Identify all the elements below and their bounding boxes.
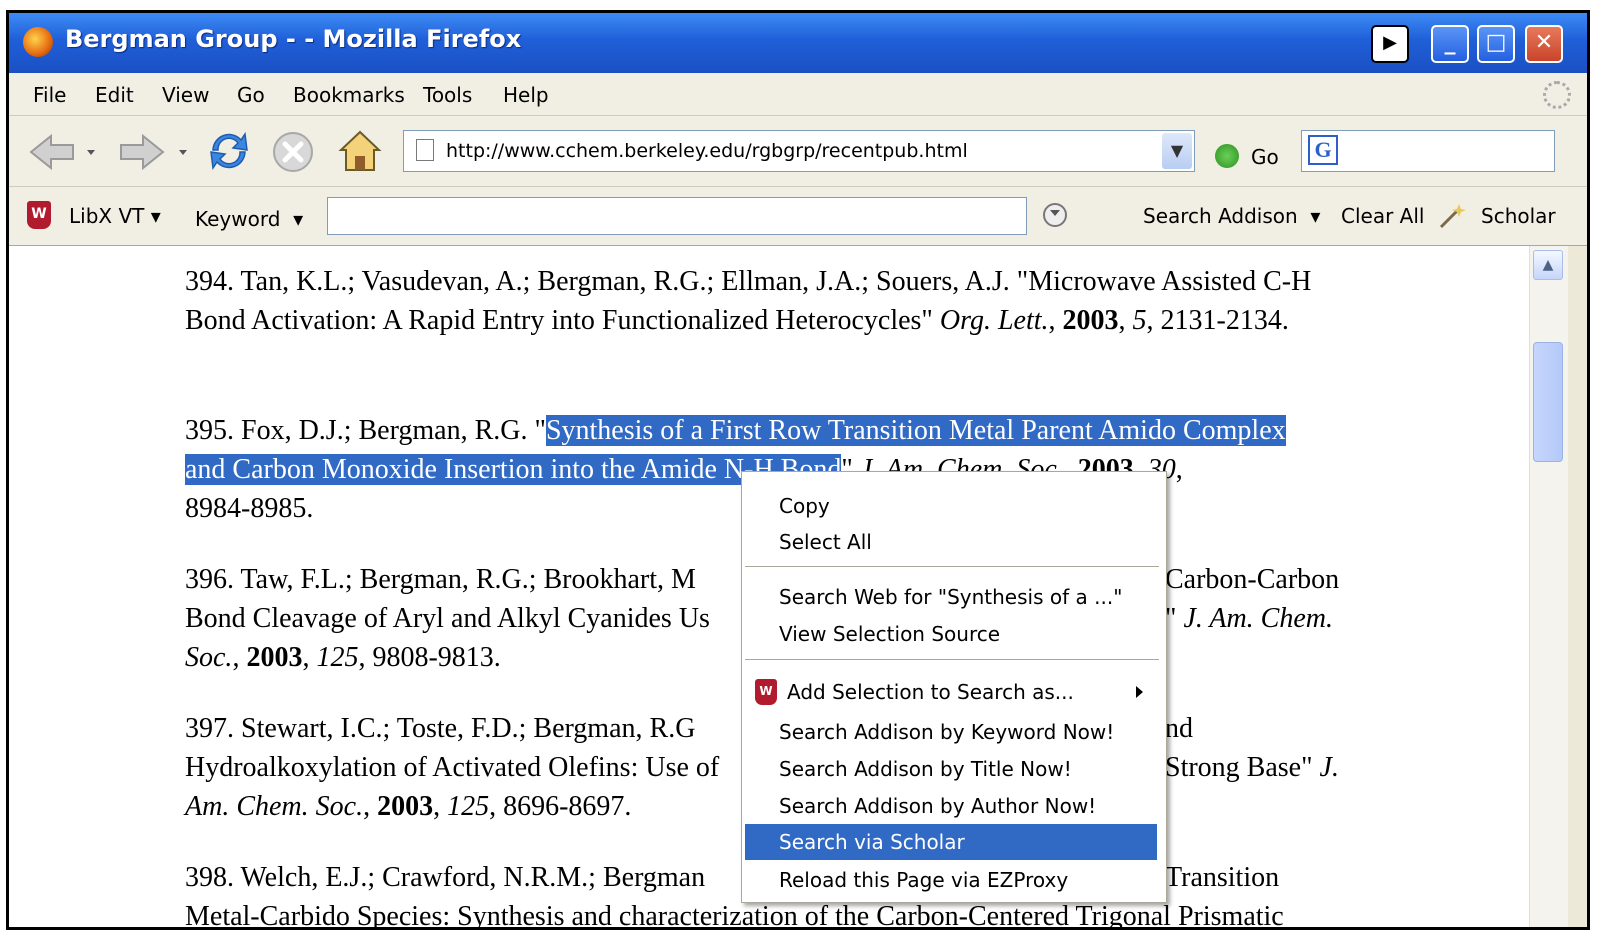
- scroll-up-arrow-icon[interactable]: ▲: [1533, 250, 1563, 280]
- browser-window: Bergman Group - - Mozilla Firefox ▶ _ □ …: [6, 10, 1590, 930]
- search-input[interactable]: G: [1301, 130, 1555, 172]
- pub-year: 2003: [246, 642, 303, 673]
- clear-all-button[interactable]: Clear All: [1341, 204, 1424, 228]
- search-addison-dropdown[interactable]: Search Addison ▾: [1143, 204, 1320, 228]
- scroll-thumb[interactable]: [1533, 342, 1563, 462]
- ctx-search-web[interactable]: Search Web for "Synthesis of a ...": [745, 579, 1157, 615]
- pub-pages: 2131-2134.: [1160, 305, 1289, 336]
- close-button[interactable]: ✕: [1525, 25, 1563, 63]
- libx-toolbar: W LibX VT ▾ Keyword ▾ Search Addison ▾ C…: [9, 187, 1587, 246]
- pub-line-2a: Hydroalkoxylation of Activated Olefins: …: [185, 752, 720, 783]
- pub-volume: 5: [1132, 305, 1147, 336]
- menu-file[interactable]: File: [33, 83, 66, 107]
- search-type-label: Keyword: [195, 207, 281, 231]
- ctx-view-selection-source[interactable]: View Selection Source: [745, 616, 1157, 652]
- ctx-add-selection-label: Add Selection to Search as...: [787, 680, 1074, 704]
- go-arrow-icon[interactable]: [1215, 144, 1239, 168]
- scholar-button[interactable]: Scholar: [1481, 204, 1556, 228]
- pub-journal: Org. Lett.: [939, 305, 1049, 336]
- ctx-select-all[interactable]: Select All: [745, 524, 1157, 560]
- libx-menu[interactable]: LibX VT ▾: [69, 204, 161, 228]
- pub-line-2: Metal-Carbido Species: Synthesis and cha…: [185, 901, 1284, 927]
- pub-line-2a: Bond Cleavage of Aryl and Alkyl Cyanides…: [185, 603, 710, 634]
- url-field[interactable]: http://www.cchem.berkeley.edu/rgbgrp/rec…: [403, 130, 1195, 172]
- pub-line-1a: 398. Welch, E.J.; Crawford, N.R.M.; Berg…: [185, 862, 706, 893]
- stop-icon[interactable]: [271, 130, 315, 174]
- pub-journal-end: Soc.: [185, 642, 233, 673]
- menu-go[interactable]: Go: [237, 83, 265, 107]
- ctx-separator: [745, 659, 1159, 660]
- pub-line-1b: Carbon-Carbon: [1165, 564, 1340, 595]
- menu-edit[interactable]: Edit: [95, 83, 134, 107]
- back-arrow-icon[interactable]: [27, 132, 99, 172]
- pub-pages: 8696-8697.: [503, 791, 632, 822]
- navigation-toolbar: http://www.cchem.berkeley.edu/rgbgrp/rec…: [9, 116, 1587, 187]
- ctx-search-keyword[interactable]: Search Addison by Keyword Now!: [745, 714, 1157, 750]
- pub-journal: J.: [1319, 752, 1339, 783]
- url-text: http://www.cchem.berkeley.edu/rgbgrp/rec…: [446, 140, 968, 162]
- pub-volume: 125: [316, 642, 359, 673]
- selected-title-line-1[interactable]: Synthesis of a First Row Transition Meta…: [545, 415, 1286, 446]
- pub-title-quote-open: ": [534, 415, 546, 446]
- libx-logo-icon: W: [27, 201, 51, 229]
- libx-menu-label: LibX VT: [69, 204, 145, 228]
- menu-view[interactable]: View: [162, 83, 209, 107]
- go-button[interactable]: Go: [1251, 145, 1279, 169]
- keyword-input[interactable]: [327, 197, 1027, 235]
- reload-icon[interactable]: [205, 128, 253, 174]
- pub-authors: Tan, K.L.; Vasudevan, A.; Bergman, R.G.;…: [240, 266, 1010, 297]
- submenu-arrow-icon: [1136, 686, 1143, 698]
- publication-394: 394. Tan, K.L.; Vasudevan, A.; Bergman, …: [185, 266, 1312, 336]
- pub-volume: 125: [447, 791, 490, 822]
- menu-bar: File Edit View Go Bookmarks Tools Help: [9, 73, 1587, 116]
- ctx-search-author[interactable]: Search Addison by Author Now!: [745, 788, 1157, 824]
- ctx-search-scholar[interactable]: Search via Scholar: [745, 824, 1157, 860]
- window-title: Bergman Group - - Mozilla Firefox: [65, 25, 522, 53]
- pub-journal: J. Am. Chem.: [1183, 603, 1334, 634]
- pub-year: 2003: [1062, 305, 1119, 336]
- url-dropdown-chevron-icon[interactable]: ▼: [1162, 133, 1192, 169]
- minimize-button[interactable]: _: [1431, 25, 1469, 63]
- ctx-copy[interactable]: Copy: [745, 488, 1157, 524]
- search-addison-label: Search Addison: [1143, 204, 1298, 228]
- title-bar: Bergman Group - - Mozilla Firefox ▶ _ □ …: [9, 13, 1587, 73]
- pub-pages: 8984-8985.: [185, 493, 314, 524]
- pub-line-2b: Strong Base": [1165, 752, 1313, 783]
- pub-authors: Fox, D.J.; Bergman, R.G.: [241, 415, 528, 446]
- ctx-reload-ezproxy[interactable]: Reload this Page via EZProxy: [745, 862, 1157, 898]
- pub-journal-end: Am. Chem. Soc.: [185, 791, 364, 822]
- search-type-dropdown[interactable]: Keyword ▾: [195, 207, 303, 231]
- menu-bookmarks[interactable]: Bookmarks: [293, 83, 405, 107]
- maximize-button[interactable]: □: [1477, 25, 1515, 63]
- google-icon[interactable]: G: [1308, 135, 1338, 165]
- dropdown-circle-icon[interactable]: [1043, 203, 1067, 227]
- page-icon: [416, 139, 434, 161]
- pub-number: 395.: [185, 415, 234, 446]
- menu-help[interactable]: Help: [503, 83, 549, 107]
- pub-number: 394.: [185, 266, 234, 297]
- ctx-search-title[interactable]: Search Addison by Title Now!: [745, 751, 1157, 787]
- ctx-separator: [745, 566, 1159, 567]
- pub-pages: 9808-9813.: [372, 642, 501, 673]
- libx-logo-icon: W: [755, 679, 777, 705]
- pub-line-1a: 397. Stewart, I.C.; Toste, F.D.; Bergman…: [185, 713, 696, 744]
- vertical-scrollbar[interactable]: ▲: [1529, 246, 1568, 927]
- pub-line-2b-quote: ": [1165, 603, 1184, 634]
- pub-line-1b: Transition: [1165, 862, 1280, 893]
- scholar-magic-wand-icon[interactable]: [1437, 201, 1467, 231]
- ctx-add-selection-to-search[interactable]: W Add Selection to Search as...: [745, 674, 1157, 710]
- home-icon[interactable]: [335, 126, 385, 176]
- play-icon[interactable]: ▶: [1371, 25, 1409, 63]
- activity-throbber-icon: [1543, 81, 1571, 109]
- pub-line-1a: 396. Taw, F.L.; Bergman, R.G.; Brookhart…: [185, 564, 696, 595]
- pub-year: 2003: [377, 791, 434, 822]
- context-menu: Copy Select All Search Web for "Synthesi…: [741, 471, 1167, 903]
- firefox-logo-icon: [23, 27, 53, 57]
- pub-line-1b: nd: [1165, 713, 1193, 744]
- menu-tools[interactable]: Tools: [423, 83, 472, 107]
- forward-arrow-icon[interactable]: [115, 132, 195, 172]
